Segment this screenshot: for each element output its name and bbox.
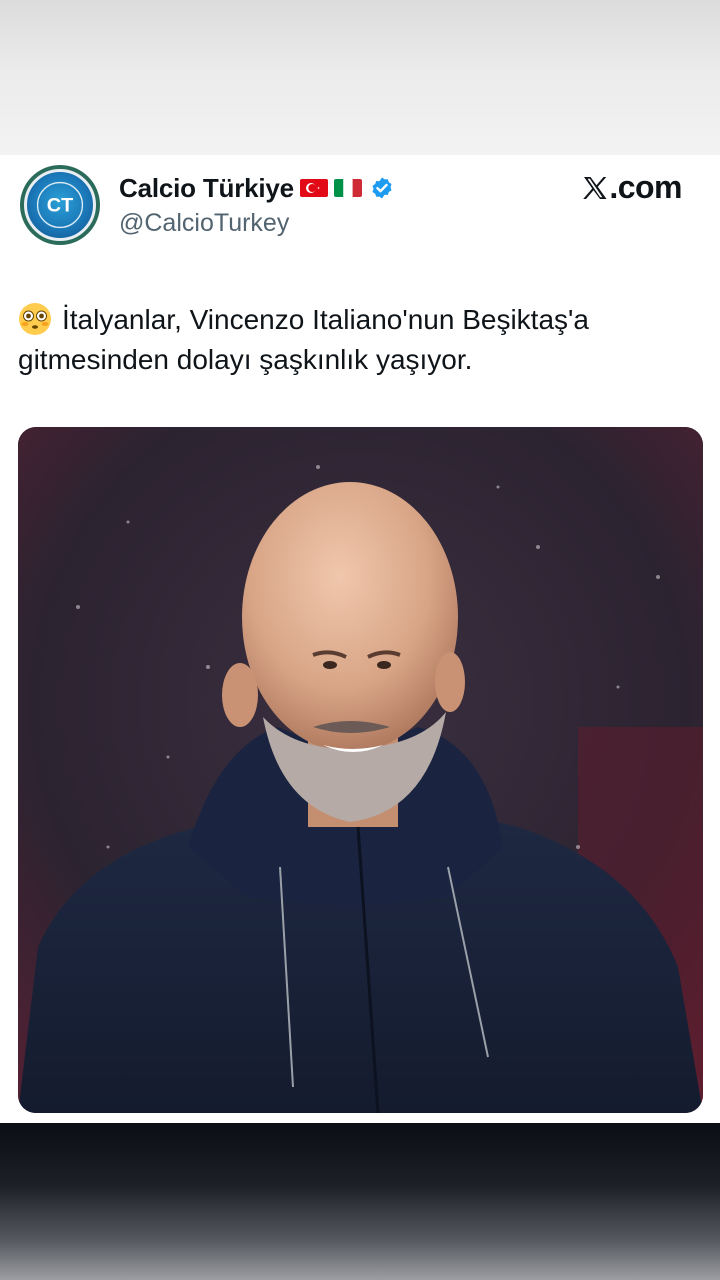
top-background [0,0,720,155]
display-name[interactable]: Calcio Türkiye [119,173,294,204]
avatar[interactable]: CT [20,165,100,245]
italy-flag-icon [333,179,362,197]
tweet-card: CT Calcio Türkiye @CalcioTurkey .com İta… [0,155,720,1123]
tweet-text: İtalyanlar, Vincenzo Italiano'nun Beşikt… [18,304,589,375]
tweet-media-photo[interactable] [18,427,703,1113]
x-logo-icon [581,174,609,202]
avatar-logo: CT [24,169,96,241]
flushed-face-emoji [18,302,52,336]
turkey-flag-icon [299,179,328,197]
bottom-background [0,1123,720,1280]
avatar-initials: CT [47,195,73,217]
author-row: Calcio Türkiye [119,171,394,205]
tweet-body: İtalyanlar, Vincenzo Italiano'nun Beşikt… [18,300,708,380]
verified-badge-icon [370,176,394,200]
source-domain: .com [609,169,682,205]
handle[interactable]: @CalcioTurkey [119,209,289,238]
source-label: .com [581,169,682,206]
